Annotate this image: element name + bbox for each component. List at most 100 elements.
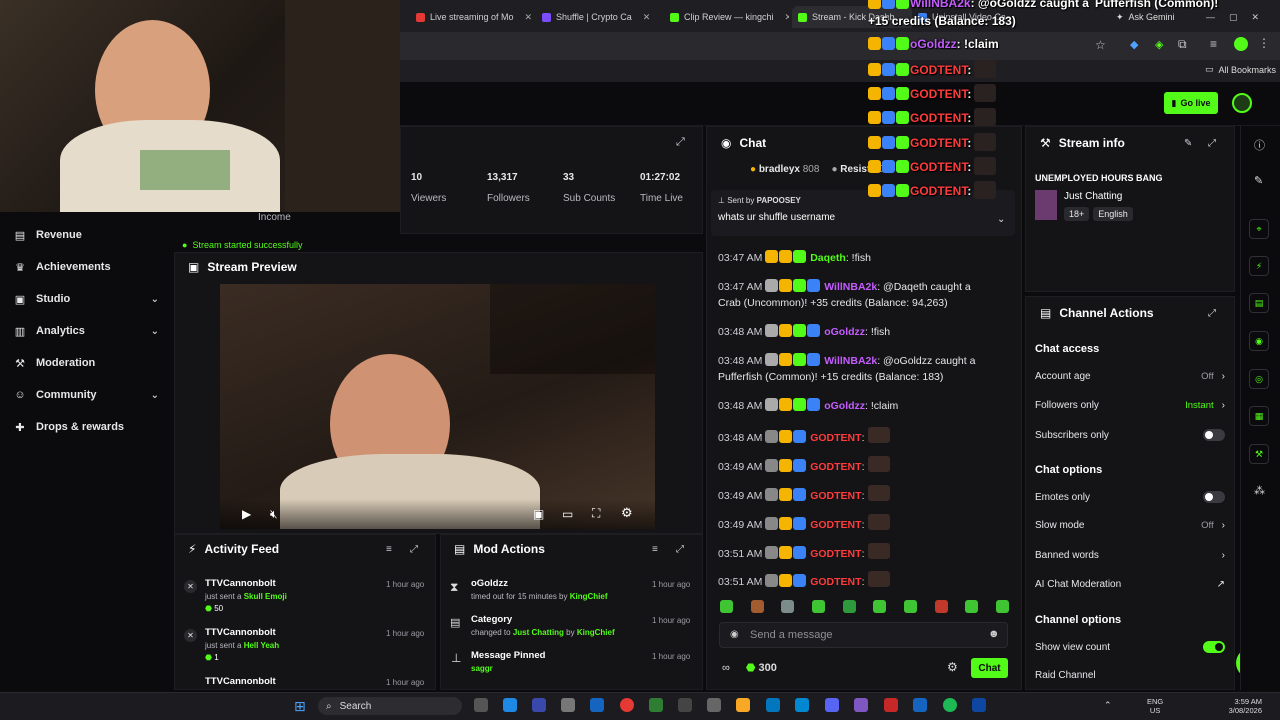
sidebar-item-moderation[interactable]: ⚒ Moderation	[14, 357, 159, 370]
profile-icon[interactable]	[1234, 37, 1248, 51]
document-icon[interactable]: ▤	[1249, 293, 1269, 313]
app-icon[interactable]	[884, 698, 898, 712]
sidebar-item-community[interactable]: ☺ Community ⌄	[14, 389, 159, 401]
taskview-icon[interactable]	[474, 698, 488, 712]
app-icon[interactable]	[972, 698, 986, 712]
wrench-icon[interactable]: ⚒	[1249, 444, 1269, 464]
extension-icon[interactable]: ◆	[1130, 38, 1138, 51]
avatar[interactable]	[1232, 93, 1252, 113]
emote-icon[interactable]	[903, 600, 917, 613]
browser-tab[interactable]: Live streaming of Mo ✕	[410, 6, 535, 28]
minimize-icon[interactable]: —	[1206, 12, 1215, 22]
gear-icon[interactable]: ⚙	[947, 660, 958, 674]
file-explorer-icon[interactable]	[736, 698, 750, 712]
app-icon[interactable]	[561, 698, 575, 712]
chat-username[interactable]: oGoldzz	[824, 400, 865, 412]
pip-icon[interactable]: ▣	[533, 507, 544, 521]
play-icon[interactable]: ▶	[242, 507, 251, 521]
fullscreen-icon[interactable]: ⛶	[592, 506, 600, 521]
emote-icon[interactable]	[720, 600, 733, 613]
filter-icon[interactable]: ≡	[652, 544, 658, 555]
settings-icon[interactable]	[707, 698, 721, 712]
broadcast-icon[interactable]: ◎	[1249, 369, 1269, 389]
chat-username[interactable]: WillNBA2k	[824, 355, 877, 367]
stream-preview-video[interactable]: ▶ 🔇︎ ▣ ▭ ⛶ ⚙	[220, 284, 655, 529]
close-icon[interactable]: ✕	[785, 12, 789, 23]
address-bar[interactable]: ☆ ◆ ◈ ⧉ ≡ ⋮	[400, 32, 1280, 60]
emote-icon[interactable]	[965, 600, 979, 613]
chat-bubble-icon[interactable]: ◉	[1249, 331, 1269, 351]
nodes-icon[interactable]: ⁂	[1254, 484, 1265, 497]
sidebar-item-analytics[interactable]: ▥ Analytics ⌄	[14, 325, 159, 338]
extension-icon[interactable]: ◈	[1155, 38, 1163, 51]
chrome-icon[interactable]	[620, 698, 634, 712]
raid-channel-setting[interactable]: Raid Channel	[1035, 670, 1225, 681]
clock[interactable]: 3:59 AM 3/08/2026	[1220, 697, 1262, 715]
chat-username[interactable]: Daqeth	[810, 252, 846, 264]
emoji-icon[interactable]: ☻	[988, 628, 1000, 640]
emote-icon[interactable]	[873, 600, 887, 613]
language-indicator[interactable]: ENG US	[1147, 697, 1163, 715]
emote-icon[interactable]	[750, 600, 764, 613]
taskbar-search[interactable]: ⌕ Search	[318, 697, 462, 715]
emotes-only-toggle[interactable]	[1203, 491, 1225, 503]
emote-icon[interactable]	[781, 600, 795, 613]
subscribers-only-toggle[interactable]	[1203, 429, 1225, 441]
slow-mode-setting[interactable]: Slow mode Off ›	[1035, 520, 1225, 531]
expand-icon[interactable]: ⤢	[1208, 138, 1216, 149]
steam-icon[interactable]	[590, 698, 604, 712]
chat-username[interactable]: GODTENT	[810, 490, 861, 502]
chat-username[interactable]: WillNBA2k	[824, 281, 877, 293]
chevron-up-icon[interactable]: ⌃	[1104, 700, 1112, 711]
maximize-icon[interactable]: ▢	[1229, 12, 1238, 23]
show-view-count-toggle[interactable]	[1203, 641, 1225, 653]
theater-icon[interactable]: ▭	[562, 507, 573, 521]
emote-icon[interactable]	[934, 600, 948, 613]
filter-icon[interactable]: ≡	[386, 544, 392, 555]
windows-start-icon[interactable]: ⊞	[294, 698, 306, 715]
infinity-icon[interactable]: ∞	[722, 662, 730, 674]
expand-icon[interactable]: ⤢	[1208, 308, 1216, 319]
chat-username[interactable]: GODTENT	[810, 519, 861, 531]
emote-icon[interactable]	[995, 600, 1009, 613]
emote-icon[interactable]	[842, 600, 856, 613]
chat-username[interactable]: GODTENT	[810, 461, 861, 473]
chat-username[interactable]: oGoldzz	[824, 326, 865, 338]
edge-icon[interactable]	[503, 698, 517, 712]
bookmark-star-icon[interactable]: ☆	[1095, 38, 1106, 52]
account-age-setting[interactable]: Account age Off ›	[1035, 371, 1225, 382]
chat-username[interactable]: GODTENT	[810, 548, 861, 560]
close-icon[interactable]: ✕	[643, 12, 651, 23]
expand-icon[interactable]: ⤢	[676, 544, 684, 555]
close-icon[interactable]: ✕	[525, 12, 533, 23]
browser-tab[interactable]: Shuffle | Crypto Ca ✕	[536, 6, 666, 28]
scan-icon[interactable]: ⌖	[1249, 219, 1269, 239]
pencil-icon[interactable]: ✎	[1254, 174, 1263, 187]
more-icon[interactable]: ⋮	[1258, 36, 1270, 50]
store-icon[interactable]	[766, 698, 780, 712]
go-live-button[interactable]: ▮ Go live	[1164, 92, 1218, 114]
banned-words-setting[interactable]: Banned words ›	[1035, 550, 1225, 561]
app-icon[interactable]	[532, 698, 546, 712]
xbox-icon[interactable]	[649, 698, 663, 712]
chat-username[interactable]: GODTENT	[810, 432, 861, 444]
gear-icon[interactable]: ⚙	[621, 505, 633, 521]
expand-icon[interactable]: ⤢	[676, 136, 685, 149]
app-icon[interactable]	[854, 698, 868, 712]
sidebar-item-achievements[interactable]: ♛ Achievements	[14, 261, 159, 274]
spotify-icon[interactable]	[943, 698, 957, 712]
menu-icon[interactable]: ≡	[1210, 37, 1217, 51]
mute-icon[interactable]: 🔇︎	[270, 507, 278, 522]
puzzle-icon[interactable]: ⧉	[1178, 37, 1187, 52]
edit-icon[interactable]: ✎	[1184, 138, 1192, 149]
discord-icon[interactable]	[825, 698, 839, 712]
chat-username[interactable]: GODTENT	[810, 576, 861, 588]
chevron-down-icon[interactable]: ⌄	[997, 214, 1005, 225]
sidebar-item-revenue[interactable]: ▤ Revenue	[14, 229, 159, 242]
all-bookmarks[interactable]: ▭ All Bookmarks	[1205, 64, 1276, 75]
list-icon[interactable]: ▦	[1249, 406, 1269, 426]
app-icon[interactable]	[678, 698, 692, 712]
info-icon[interactable]: ⓘ	[1254, 137, 1265, 153]
expand-icon[interactable]: ⤢	[410, 544, 418, 555]
chat-input[interactable]: ◉ Send a message ☻	[719, 622, 1008, 648]
